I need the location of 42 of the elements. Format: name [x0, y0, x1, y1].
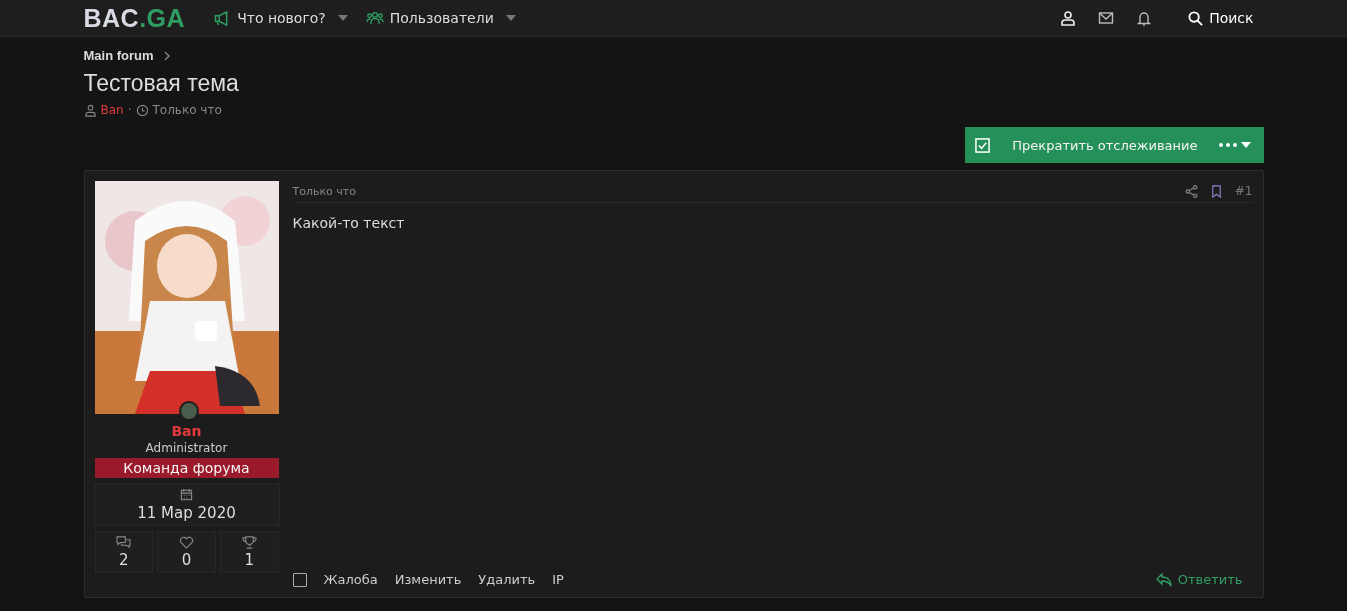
- stat-value: 0: [181, 551, 192, 569]
- post-time[interactable]: Только что: [292, 184, 356, 198]
- chevron-icon: [163, 50, 170, 61]
- post-action-link[interactable]: Изменить: [394, 572, 462, 587]
- stat-value: 1: [244, 551, 254, 569]
- post-text: Какой-то текст: [292, 215, 406, 233]
- user-title: Administrator: [145, 441, 228, 455]
- heart-icon: [179, 536, 194, 549]
- nav-link[interactable]: Что нового?: [213, 10, 348, 26]
- stat-value: 2: [119, 551, 129, 569]
- search-link[interactable]: Поиск: [1188, 10, 1254, 26]
- joined-date: 11 Мар 2020: [137, 504, 236, 522]
- more-icon: [1217, 140, 1254, 150]
- select-checkbox[interactable]: [292, 572, 307, 587]
- thread-time[interactable]: Только что: [152, 103, 222, 117]
- post-action-link[interactable]: Жалоба: [323, 572, 378, 587]
- bookmark-icon[interactable]: [1209, 184, 1223, 198]
- author-link[interactable]: Ban: [100, 103, 124, 117]
- thread-title: Тестовая тема: [83, 70, 240, 97]
- separator: ·: [127, 103, 132, 117]
- search-icon: [1188, 10, 1204, 26]
- user-icon[interactable]: [1060, 10, 1077, 26]
- user-icon: [83, 103, 97, 117]
- site-logo[interactable]: BAC.GA: [83, 3, 186, 33]
- post-number[interactable]: #1: [1234, 184, 1253, 198]
- messages-icon: [116, 536, 132, 549]
- users-icon: [365, 10, 384, 26]
- nav-link[interactable]: Пользователи: [365, 10, 516, 26]
- calendar-icon: [180, 488, 193, 501]
- checkbox-icon: [975, 137, 991, 153]
- mail-icon[interactable]: [1098, 10, 1115, 26]
- staff-banner: Команда форума: [94, 458, 279, 478]
- reply-link[interactable]: Ответить: [1155, 572, 1243, 587]
- breadcrumb-link[interactable]: Main forum: [83, 48, 154, 63]
- post-action-link[interactable]: IP: [552, 572, 564, 587]
- share-icon[interactable]: [1184, 184, 1198, 198]
- clock-icon: [135, 103, 149, 117]
- post-action-link[interactable]: Удалить: [478, 572, 536, 587]
- bell-icon[interactable]: [1136, 10, 1153, 26]
- trophy-icon: [241, 536, 257, 549]
- username-link[interactable]: Ban: [171, 423, 202, 439]
- reply-icon: [1155, 572, 1172, 587]
